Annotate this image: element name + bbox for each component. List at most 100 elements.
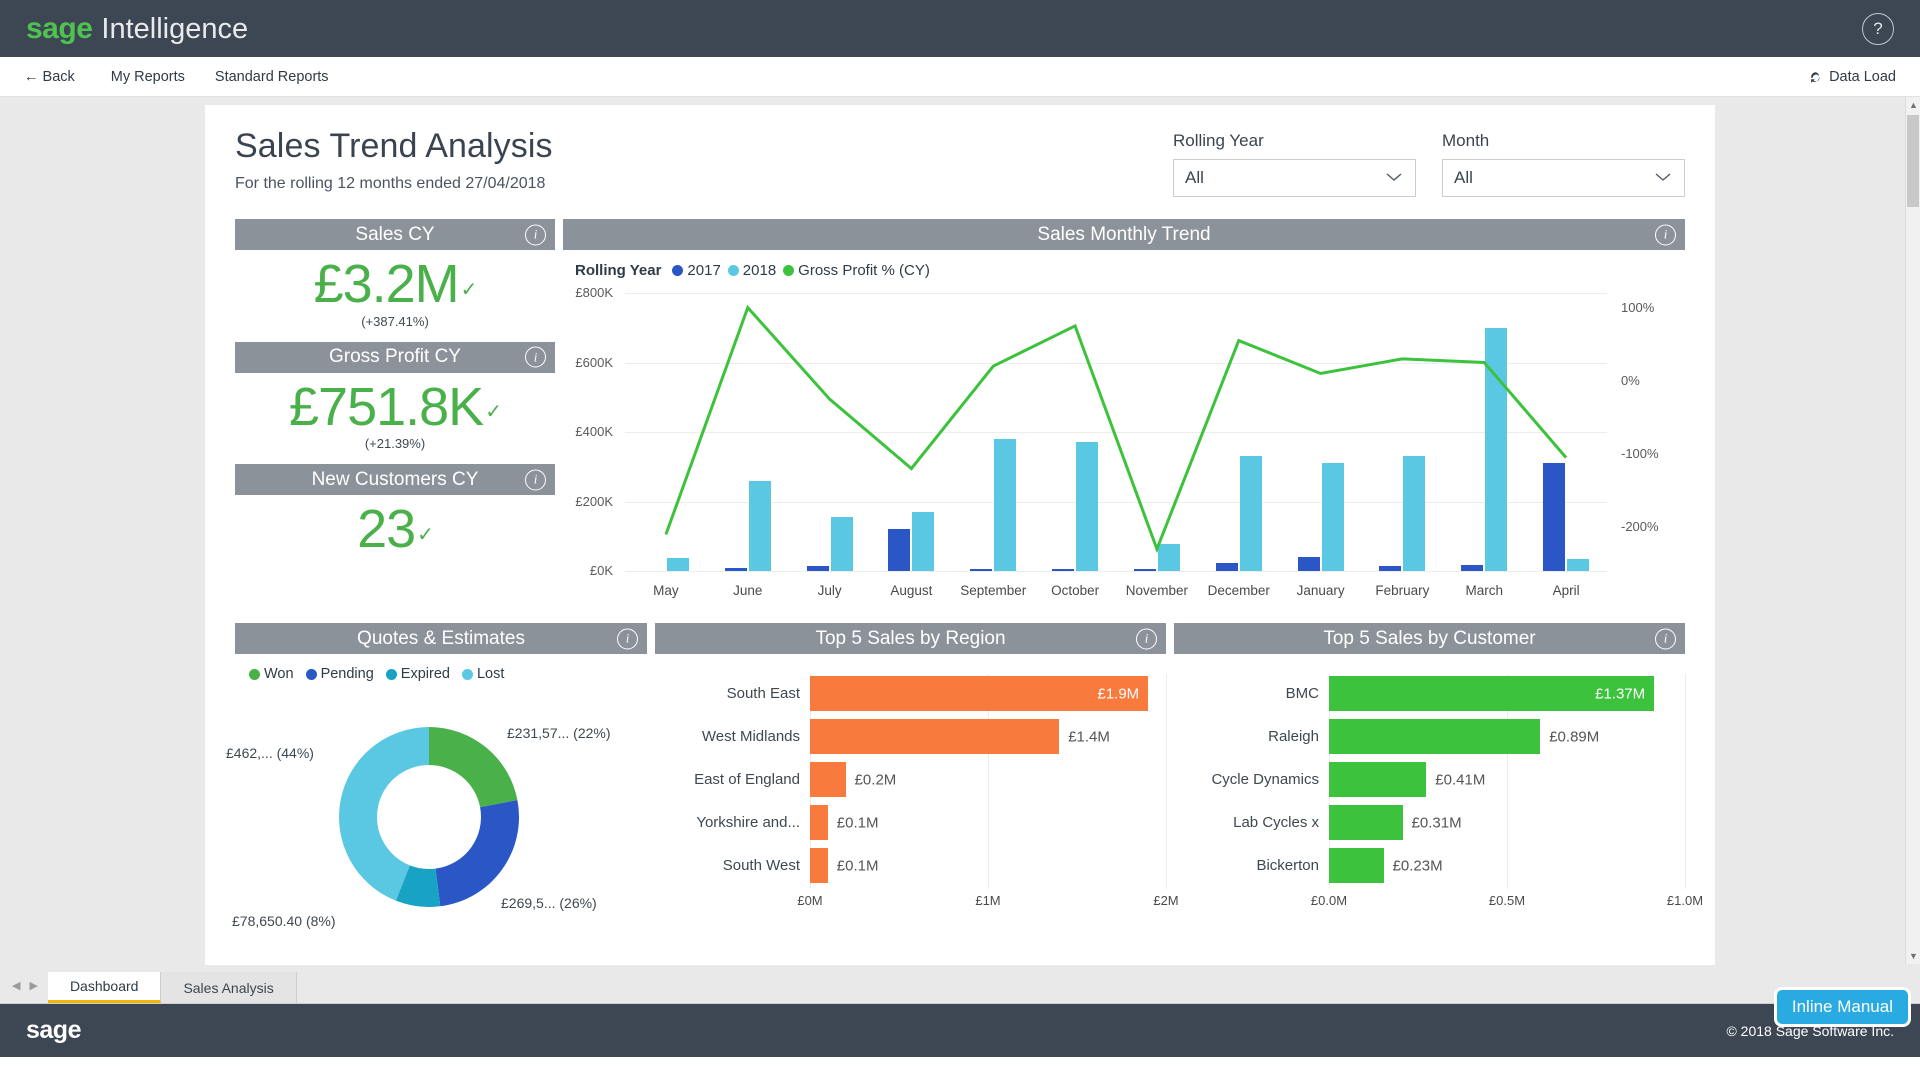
trend-bar[interactable] [1322, 463, 1344, 571]
info-icon[interactable]: i [617, 628, 638, 649]
info-icon[interactable]: i [525, 347, 546, 368]
filter-rolling-year-select[interactable]: All [1173, 159, 1416, 197]
y2-axis-tick: -100% [1621, 446, 1659, 461]
y2-axis-tick: 0% [1621, 373, 1640, 388]
donut-slice[interactable] [429, 727, 517, 807]
legend-item-gross-profit[interactable]: Gross Profit % (CY) [783, 262, 930, 279]
trend-bar[interactable] [1158, 544, 1180, 571]
legend-item-lost[interactable]: Lost [462, 666, 504, 682]
top5-region-title: Top 5 Sales by Region [815, 628, 1005, 650]
kpi-gross-profit-cy-title: Gross Profit CY [329, 346, 461, 368]
hbar-fill[interactable] [810, 719, 1059, 754]
legend-item-2018[interactable]: 2018 [728, 262, 776, 279]
hbar-fill[interactable] [810, 848, 828, 883]
hbar-fill[interactable] [1329, 719, 1540, 754]
hbar-track: £0.23M [1329, 848, 1685, 883]
chevron-down-icon [1384, 170, 1404, 187]
data-load-button[interactable]: Data Load [1809, 69, 1896, 85]
trend-bar[interactable] [1403, 456, 1425, 571]
scroll-down-icon[interactable]: ▼ [1909, 951, 1918, 961]
tab-dashboard[interactable]: Dashboard [48, 972, 162, 1003]
trend-bar[interactable] [1216, 563, 1238, 571]
trend-bar[interactable] [1567, 559, 1589, 571]
trend-bar[interactable] [667, 558, 689, 571]
donut-legend: Won Pending Expired Lost [235, 654, 647, 682]
legend-item-expired[interactable]: Expired [386, 666, 450, 682]
hbar-fill[interactable] [810, 762, 846, 797]
info-icon[interactable]: i [1136, 628, 1157, 649]
hbar-fill[interactable] [1329, 805, 1403, 840]
donut-slice-label: £462,... (44%) [226, 745, 314, 761]
trend-legend: Rolling Year 2017 2018 Gross Profit % (C… [563, 250, 1685, 281]
panel-top5-customer: Top 5 Sales by Customer i BMC£1.37MRalei… [1174, 623, 1685, 944]
sage-intelligence-logo: sage Intelligence [26, 12, 248, 46]
trend-bar[interactable] [1298, 557, 1320, 571]
help-icon[interactable]: ? [1862, 13, 1894, 45]
hbar-track: £0.31M [1329, 805, 1685, 840]
kpi-new-customers-cy-value: 23 [357, 501, 415, 558]
trend-bar[interactable] [970, 569, 992, 571]
legend-item-won[interactable]: Won [249, 666, 294, 682]
tab-next-icon[interactable]: ▶ [29, 979, 37, 992]
trend-bar[interactable] [1240, 456, 1262, 571]
scrollbar-thumb[interactable] [1907, 115, 1919, 207]
standard-reports-link[interactable]: Standard Reports [215, 69, 329, 85]
trend-bar[interactable] [831, 517, 853, 571]
tab-nav-arrows[interactable]: ◀ ▶ [6, 979, 48, 1003]
donut-slice-label: £231,57... (22%) [507, 725, 611, 741]
trend-bar[interactable] [912, 512, 934, 571]
hbar-fill[interactable] [1329, 762, 1426, 797]
hbar-fill[interactable] [1329, 848, 1384, 883]
info-icon[interactable]: i [525, 224, 546, 245]
info-icon[interactable]: i [1655, 628, 1676, 649]
kpi-new-customers-cy-body: 23 ✓ [235, 495, 555, 566]
page-title: Sales Trend Analysis [235, 127, 553, 166]
report-canvas: Sales Trend Analysis For the rolling 12 … [205, 105, 1715, 965]
trend-bar[interactable] [1461, 565, 1483, 571]
trend-bar[interactable] [1076, 442, 1098, 571]
trend-bar[interactable] [725, 568, 747, 571]
filter-rolling-year-value: All [1185, 168, 1204, 188]
inline-manual-button[interactable]: Inline Manual [1777, 990, 1908, 1024]
hbar-fill[interactable]: £1.9M [810, 676, 1148, 711]
hbar-row: South East£1.9M [655, 676, 1166, 711]
hbar-category-label: South East [655, 685, 810, 702]
info-icon[interactable]: i [1655, 224, 1676, 245]
trend-bar[interactable] [1543, 463, 1565, 571]
refresh-icon [1809, 70, 1823, 84]
trend-bar[interactable] [1134, 569, 1156, 571]
hbar-track: £0.41M [1329, 762, 1685, 797]
top5-region-header: Top 5 Sales by Region i [655, 623, 1166, 654]
kpi-gross-profit-cy-body: £751.8K ✓ (+21.39%) [235, 373, 555, 460]
tab-prev-icon[interactable]: ◀ [12, 979, 20, 992]
trend-bar[interactable] [749, 481, 771, 571]
trend-bar[interactable] [994, 439, 1016, 571]
scroll-up-icon[interactable]: ▲ [1909, 100, 1918, 110]
trend-bar[interactable] [807, 566, 829, 571]
trend-bar[interactable] [1379, 566, 1401, 571]
x-axis-tick: March [1465, 583, 1503, 598]
donut-chart-area: £231,57... (22%)£269,5... (26%)£78,650.4… [235, 682, 647, 944]
filter-month: Month All [1442, 131, 1685, 197]
kpi-gross-profit-cy-delta: (+21.39%) [235, 436, 555, 451]
trend-bar[interactable] [1485, 328, 1507, 571]
back-button[interactable]: ← Back [24, 69, 75, 85]
hbar-category-label: Raleigh [1174, 728, 1329, 745]
hbar-fill[interactable]: £1.37M [1329, 676, 1654, 711]
trend-bar[interactable] [1052, 569, 1074, 571]
legend-item-pending[interactable]: Pending [306, 666, 374, 682]
tab-sales-analysis[interactable]: Sales Analysis [161, 972, 296, 1003]
kpi-sales-cy-header: Sales CY i [235, 219, 555, 250]
vertical-scrollbar[interactable]: ▲ ▼ [1905, 97, 1920, 964]
info-icon[interactable]: i [525, 469, 546, 490]
filter-month-select[interactable]: All [1442, 159, 1685, 197]
legend-item-2017[interactable]: 2017 [672, 262, 720, 279]
y-axis-tick: £0K [590, 563, 613, 578]
donut-slice-label: £78,650.40 (8%) [232, 913, 336, 929]
donut-slice[interactable] [436, 800, 519, 906]
legend-label-gross-profit: Gross Profit % (CY) [798, 262, 930, 279]
my-reports-link[interactable]: My Reports [111, 69, 185, 85]
hbar-fill[interactable] [810, 805, 828, 840]
trend-bar[interactable] [888, 529, 910, 571]
filter-month-value: All [1454, 168, 1473, 188]
